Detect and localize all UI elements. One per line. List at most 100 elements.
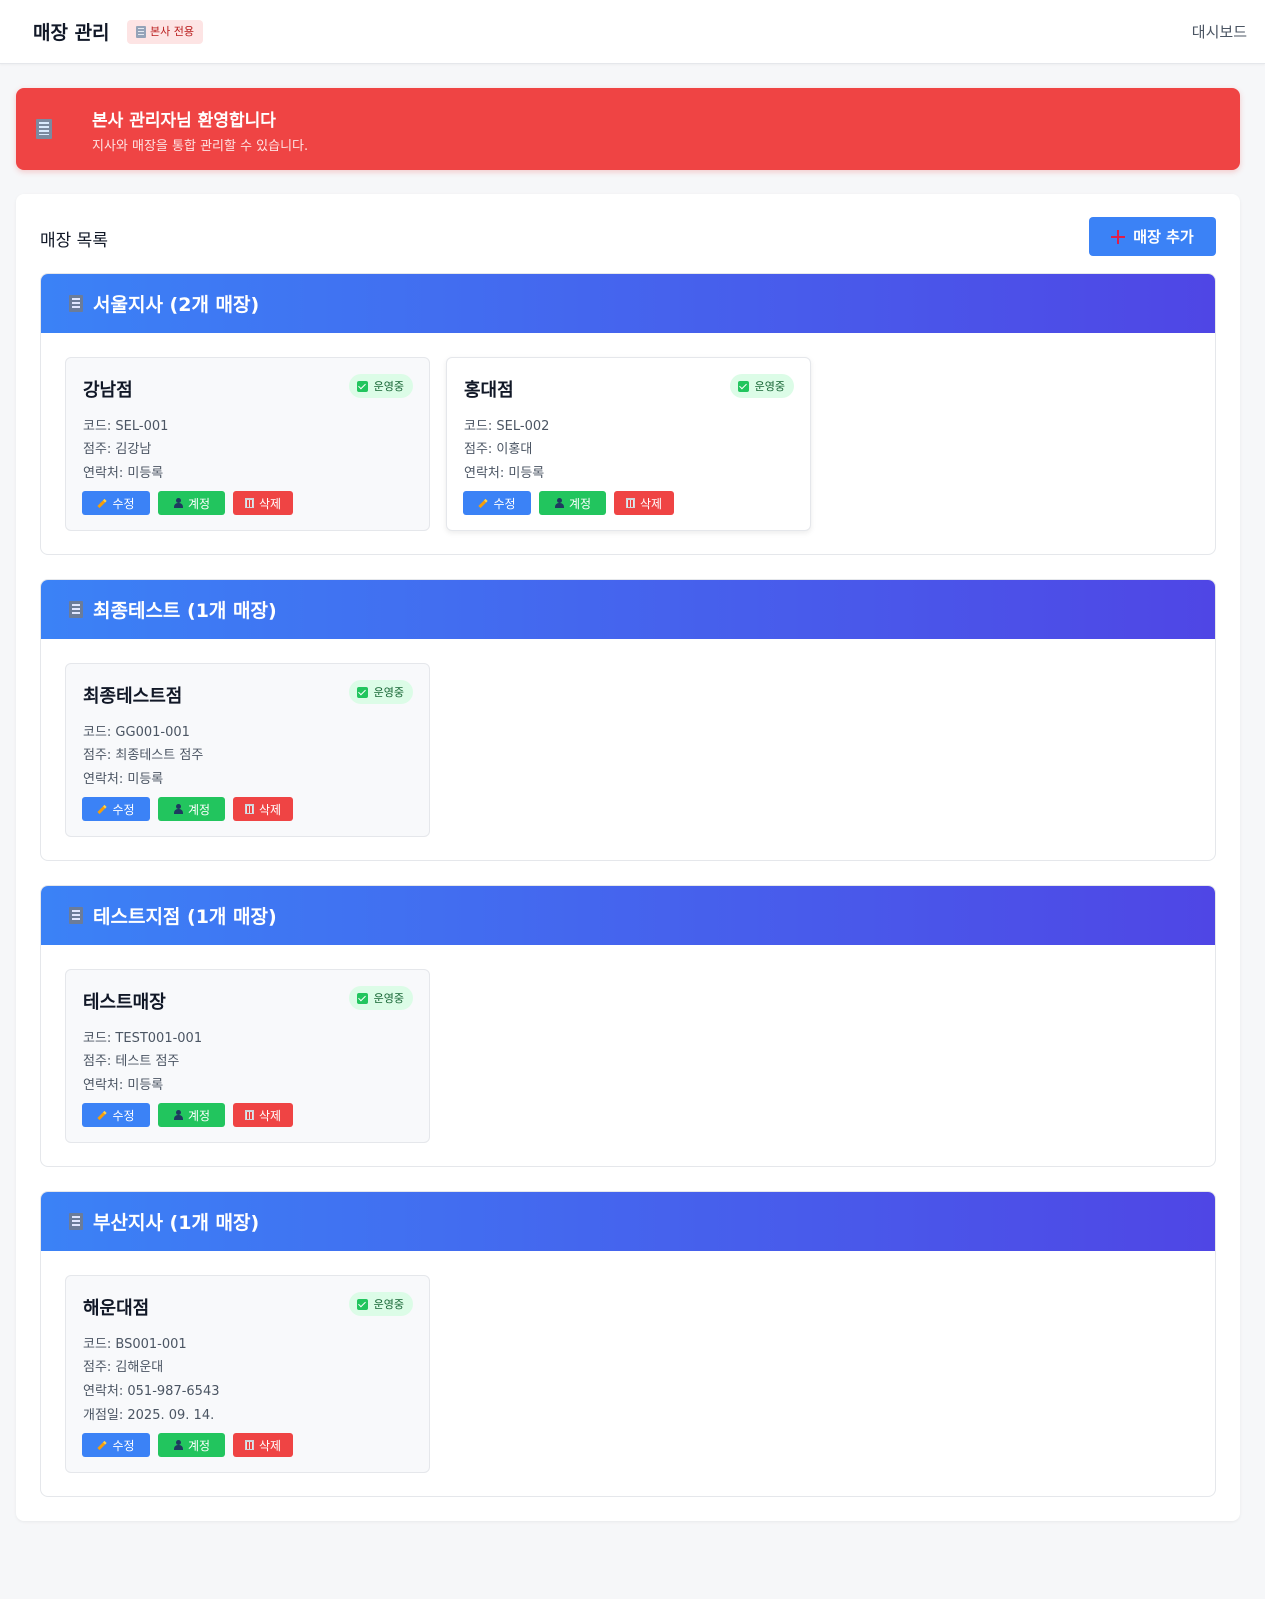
store-opened-date: 개점일: 2025. 09. 14. bbox=[83, 1408, 215, 1423]
store-actions: 수정 계정 삭제 bbox=[82, 1433, 293, 1457]
delete-button-label: 삭제 bbox=[258, 1438, 282, 1453]
hq-only-badge: 본사 전용 bbox=[127, 20, 203, 44]
pencil-icon bbox=[97, 804, 108, 814]
delete-button[interactable]: 삭제 bbox=[233, 1103, 293, 1127]
edit-button-label: 수정 bbox=[493, 496, 516, 511]
store-card: 해운대점 운영중 코드: BS001-001 점주: 김해운대 연락처: 051… bbox=[65, 1275, 430, 1473]
store-owner: 점주: 이홍대 bbox=[464, 442, 533, 457]
store-code: 코드: BS001-001 bbox=[83, 1337, 187, 1352]
status-badge: 운영중 bbox=[348, 1292, 413, 1316]
status-label: 운영중 bbox=[373, 992, 404, 1005]
edit-button-label: 수정 bbox=[112, 1438, 135, 1453]
edit-button[interactable]: 수정 bbox=[82, 1433, 150, 1457]
delete-button-label: 삭제 bbox=[258, 802, 282, 817]
delete-button[interactable]: 삭제 bbox=[233, 797, 293, 821]
add-store-button[interactable]: 매장 추가 bbox=[1089, 217, 1216, 256]
account-button[interactable]: 계정 bbox=[158, 1433, 225, 1457]
trash-icon bbox=[244, 498, 254, 508]
account-button-label: 계정 bbox=[187, 496, 211, 511]
branch-name: 부산지사 (1개 매장) bbox=[93, 1212, 260, 1234]
check-icon bbox=[356, 992, 368, 1004]
store-name: 홍대점 bbox=[464, 380, 514, 401]
branch-section-seoul: 서울지사 (2개 매장) 강남점 운영중 코드: SEL-001 점주: 김강남… bbox=[40, 273, 1216, 555]
account-button-label: 계정 bbox=[187, 1108, 211, 1123]
edit-button[interactable]: 수정 bbox=[82, 797, 150, 821]
user-icon bbox=[173, 804, 183, 814]
delete-button[interactable]: 삭제 bbox=[233, 1433, 293, 1457]
welcome-title: 본사 관리자님 환영합니다 bbox=[92, 111, 276, 131]
status-badge: 운영중 bbox=[348, 986, 413, 1010]
building-icon bbox=[136, 26, 146, 38]
delete-button-label: 삭제 bbox=[258, 1108, 282, 1123]
account-button[interactable]: 계정 bbox=[158, 491, 225, 515]
branch-name: 테스트지점 (1개 매장) bbox=[93, 906, 277, 928]
user-icon bbox=[173, 1440, 183, 1450]
delete-button-label: 삭제 bbox=[258, 496, 282, 511]
check-icon bbox=[356, 686, 368, 698]
branch-name: 최종테스트 (1개 매장) bbox=[93, 600, 277, 622]
store-code: 코드: GG001-001 bbox=[83, 725, 190, 740]
store-list-title: 매장 목록 bbox=[40, 231, 108, 251]
delete-button[interactable]: 삭제 bbox=[233, 491, 293, 515]
trash-icon bbox=[625, 498, 635, 508]
edit-button-label: 수정 bbox=[112, 1108, 135, 1123]
store-list-panel: 매장 목록 매장 추가 서울지사 (2개 매장) 강남점 운영중 코드: SEL… bbox=[16, 194, 1240, 1521]
status-badge: 운영중 bbox=[348, 374, 413, 398]
account-button[interactable]: 계정 bbox=[539, 491, 606, 515]
status-label: 운영중 bbox=[754, 380, 785, 393]
account-button[interactable]: 계정 bbox=[158, 797, 225, 821]
trash-icon bbox=[244, 804, 254, 814]
store-contact: 연락처: 미등록 bbox=[464, 466, 545, 481]
edit-button[interactable]: 수정 bbox=[82, 491, 150, 515]
branch-name: 서울지사 (2개 매장) bbox=[93, 294, 260, 316]
top-navbar: 매장 관리 본사 전용 대시보드 bbox=[0, 0, 1265, 64]
page-title: 매장 관리 bbox=[33, 22, 110, 44]
store-actions: 수정 계정 삭제 bbox=[82, 491, 293, 515]
status-label: 운영중 bbox=[373, 686, 404, 699]
check-icon bbox=[737, 380, 749, 392]
store-card: 강남점 운영중 코드: SEL-001 점주: 김강남 연락처: 미등록 수정 … bbox=[65, 357, 430, 531]
status-label: 운영중 bbox=[373, 1298, 404, 1311]
store-contact: 연락처: 051-987-6543 bbox=[83, 1384, 220, 1399]
store-actions: 수정 계정 삭제 bbox=[82, 1103, 293, 1127]
store-name: 최종테스트점 bbox=[83, 686, 183, 707]
user-icon bbox=[173, 1110, 183, 1120]
pencil-icon bbox=[97, 1440, 108, 1450]
store-card: 최종테스트점 운영중 코드: GG001-001 점주: 최종테스트 점주 연락… bbox=[65, 663, 430, 837]
welcome-subtitle: 지사와 매장을 통합 관리할 수 있습니다. bbox=[92, 139, 309, 154]
branch-section-busan: 부산지사 (1개 매장) 해운대점 운영중 코드: BS001-001 점주: … bbox=[40, 1191, 1216, 1497]
account-button-label: 계정 bbox=[568, 496, 592, 511]
edit-button[interactable]: 수정 bbox=[463, 491, 531, 515]
building-icon bbox=[69, 907, 83, 924]
store-contact: 연락처: 미등록 bbox=[83, 772, 164, 787]
add-store-button-label: 매장 추가 bbox=[1133, 228, 1194, 246]
store-owner: 점주: 김강남 bbox=[83, 442, 152, 457]
pencil-icon bbox=[97, 1110, 108, 1120]
branch-section-final-test: 최종테스트 (1개 매장) 최종테스트점 운영중 코드: GG001-001 점… bbox=[40, 579, 1216, 861]
edit-button[interactable]: 수정 bbox=[82, 1103, 150, 1127]
store-contact: 연락처: 미등록 bbox=[83, 466, 164, 481]
store-owner: 점주: 테스트 점주 bbox=[83, 1054, 180, 1069]
status-badge: 운영중 bbox=[729, 374, 794, 398]
store-card: 테스트매장 운영중 코드: TEST001-001 점주: 테스트 점주 연락처… bbox=[65, 969, 430, 1143]
branch-header: 최종테스트 (1개 매장) bbox=[41, 580, 1215, 639]
status-label: 운영중 bbox=[373, 380, 404, 393]
building-icon bbox=[69, 1213, 83, 1230]
pencil-icon bbox=[97, 498, 108, 508]
branch-section-test-branch: 테스트지점 (1개 매장) 테스트매장 운영중 코드: TEST001-001 … bbox=[40, 885, 1216, 1167]
branch-header: 테스트지점 (1개 매장) bbox=[41, 886, 1215, 945]
edit-button-label: 수정 bbox=[112, 496, 135, 511]
account-button[interactable]: 계정 bbox=[158, 1103, 225, 1127]
store-owner: 점주: 최종테스트 점주 bbox=[83, 748, 204, 763]
branch-header: 부산지사 (1개 매장) bbox=[41, 1192, 1215, 1251]
account-button-label: 계정 bbox=[187, 1438, 211, 1453]
delete-button[interactable]: 삭제 bbox=[614, 491, 674, 515]
store-actions: 수정 계정 삭제 bbox=[82, 797, 293, 821]
user-icon bbox=[554, 498, 564, 508]
check-icon bbox=[356, 1298, 368, 1310]
store-name: 해운대점 bbox=[83, 1298, 150, 1319]
store-code: 코드: TEST001-001 bbox=[83, 1031, 203, 1046]
trash-icon bbox=[244, 1440, 254, 1450]
trash-icon bbox=[244, 1110, 254, 1120]
dashboard-link[interactable]: 대시보드 bbox=[1192, 21, 1247, 42]
